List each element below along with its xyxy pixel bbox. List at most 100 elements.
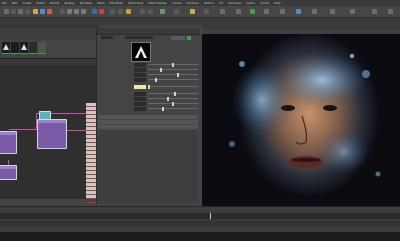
- menu-item[interactable]: UV: [219, 1, 223, 5]
- menu-item[interactable]: Curves: [172, 1, 182, 5]
- render-icon[interactable]: [67, 9, 72, 14]
- ipr-render-icon[interactable]: [74, 9, 79, 14]
- toolbar-icon[interactable]: [190, 9, 195, 14]
- menu-item[interactable]: Mesh: [97, 1, 104, 5]
- attribute-slider[interactable]: [148, 69, 198, 71]
- slider-handle[interactable]: [160, 68, 162, 72]
- node-type-field[interactable]: [125, 36, 153, 39]
- attribute-value-field[interactable]: [134, 102, 146, 106]
- attribute-row: [104, 68, 198, 72]
- slider-handle[interactable]: [162, 107, 165, 111]
- section-subsurface[interactable]: [98, 125, 198, 129]
- attribute-slider[interactable]: [148, 86, 198, 88]
- slider-handle[interactable]: [172, 63, 174, 67]
- scale-tool-icon[interactable]: [25, 9, 30, 14]
- shader-node[interactable]: [0, 131, 17, 154]
- toolbar-icon[interactable]: [312, 9, 317, 14]
- toolbar-icon[interactable]: [280, 9, 285, 14]
- toolbar-icon[interactable]: [330, 9, 335, 14]
- logo-thumb-icon: [3, 44, 9, 50]
- snap-grid-icon[interactable]: [33, 9, 38, 14]
- toolbar-icon[interactable]: [372, 9, 377, 14]
- focus-icon[interactable]: [187, 36, 191, 40]
- attribute-slider[interactable]: [148, 74, 198, 76]
- rotate-tool-icon[interactable]: [18, 9, 23, 14]
- menu-item[interactable]: Windows: [80, 1, 93, 5]
- toolbar-icon[interactable]: [204, 9, 209, 14]
- move-tool-icon[interactable]: [11, 9, 16, 14]
- toolbar-icon[interactable]: [140, 9, 145, 14]
- toolbar-icon[interactable]: [236, 9, 241, 14]
- menu-item[interactable]: Help: [274, 1, 280, 5]
- attribute-value-field[interactable]: [134, 92, 146, 96]
- hypershade-icon[interactable]: [92, 9, 97, 14]
- toolbar-icon[interactable]: [126, 9, 131, 14]
- toolbar-icon[interactable]: [388, 9, 393, 14]
- attribute-value-field[interactable]: [134, 68, 146, 72]
- toolbar-icon[interactable]: [148, 9, 153, 14]
- browser-tab-strip: [0, 24, 100, 28]
- node-editor-toolbar: [0, 59, 96, 65]
- texture-thumb[interactable]: [11, 42, 19, 54]
- toolbar-icon[interactable]: [264, 9, 269, 14]
- menu-item[interactable]: Edit: [12, 1, 17, 5]
- toolbar-icon[interactable]: [220, 9, 225, 14]
- toolbar-icon[interactable]: [174, 9, 179, 14]
- texture-thumb[interactable]: [29, 42, 37, 54]
- texture-thumb[interactable]: [38, 42, 46, 54]
- render-view-icon[interactable]: [99, 9, 104, 14]
- menu-item[interactable]: Create: [22, 1, 31, 5]
- menu-item[interactable]: Arnold: [260, 1, 269, 5]
- snap-point-icon[interactable]: [47, 9, 52, 14]
- toolbar-icon[interactable]: [118, 9, 123, 14]
- menu-item[interactable]: Cache: [246, 1, 255, 5]
- attribute-value-field[interactable]: [134, 73, 146, 77]
- slider-handle[interactable]: [176, 73, 179, 77]
- utility-node[interactable]: [39, 111, 51, 120]
- node-attribute-list: [86, 103, 96, 223]
- menu-item[interactable]: Select: [36, 1, 45, 5]
- section-transmission[interactable]: [98, 120, 198, 124]
- slider-handle[interactable]: [148, 85, 150, 89]
- presets-button[interactable]: [171, 36, 185, 40]
- attribute-value-field[interactable]: [134, 107, 146, 111]
- menu-item[interactable]: Modify: [50, 1, 59, 5]
- history-icon[interactable]: [60, 9, 65, 14]
- section-specular[interactable]: [98, 115, 198, 119]
- select-tool-icon[interactable]: [4, 9, 9, 14]
- menu-item[interactable]: Display: [64, 1, 74, 5]
- time-slider-track[interactable]: [0, 213, 400, 219]
- node-name-field[interactable]: [101, 36, 113, 39]
- toolbar-icon[interactable]: [160, 9, 165, 14]
- toolbar-icon[interactable]: [250, 9, 255, 14]
- material-node[interactable]: [37, 119, 67, 149]
- current-frame-marker[interactable]: [210, 213, 211, 219]
- attribute-slider[interactable]: [148, 93, 198, 95]
- status-line: [0, 6, 400, 25]
- slider-handle[interactable]: [172, 102, 174, 106]
- menu-item[interactable]: Deform: [204, 1, 214, 5]
- render-settings-icon[interactable]: [81, 9, 86, 14]
- menu-item[interactable]: Generate: [228, 1, 241, 5]
- attribute-value-field[interactable]: [134, 97, 146, 101]
- range-slider[interactable]: [0, 221, 400, 226]
- menu-item[interactable]: Mesh Display: [148, 1, 167, 5]
- attribute-slider[interactable]: [148, 108, 198, 110]
- toolbar-icon[interactable]: [350, 9, 355, 14]
- color-swatch[interactable]: [134, 85, 146, 89]
- menu-item[interactable]: File: [2, 1, 7, 5]
- toolbar-icon[interactable]: [110, 9, 115, 14]
- texture-node[interactable]: [0, 165, 17, 180]
- menu-item[interactable]: Edit Mesh: [110, 1, 124, 5]
- toolbar-icon[interactable]: [296, 9, 301, 14]
- render-viewport[interactable]: [202, 24, 400, 206]
- slider-handle[interactable]: [155, 78, 158, 82]
- attribute-slider[interactable]: [148, 98, 198, 100]
- attribute-value-field[interactable]: [134, 78, 146, 82]
- slider-handle[interactable]: [167, 97, 170, 101]
- snap-curve-icon[interactable]: [40, 9, 45, 14]
- attribute-value-field[interactable]: [134, 63, 146, 67]
- menu-item[interactable]: Surfaces: [187, 1, 199, 5]
- menu-item[interactable]: Mesh Tools: [128, 1, 143, 5]
- slider-handle[interactable]: [174, 92, 177, 96]
